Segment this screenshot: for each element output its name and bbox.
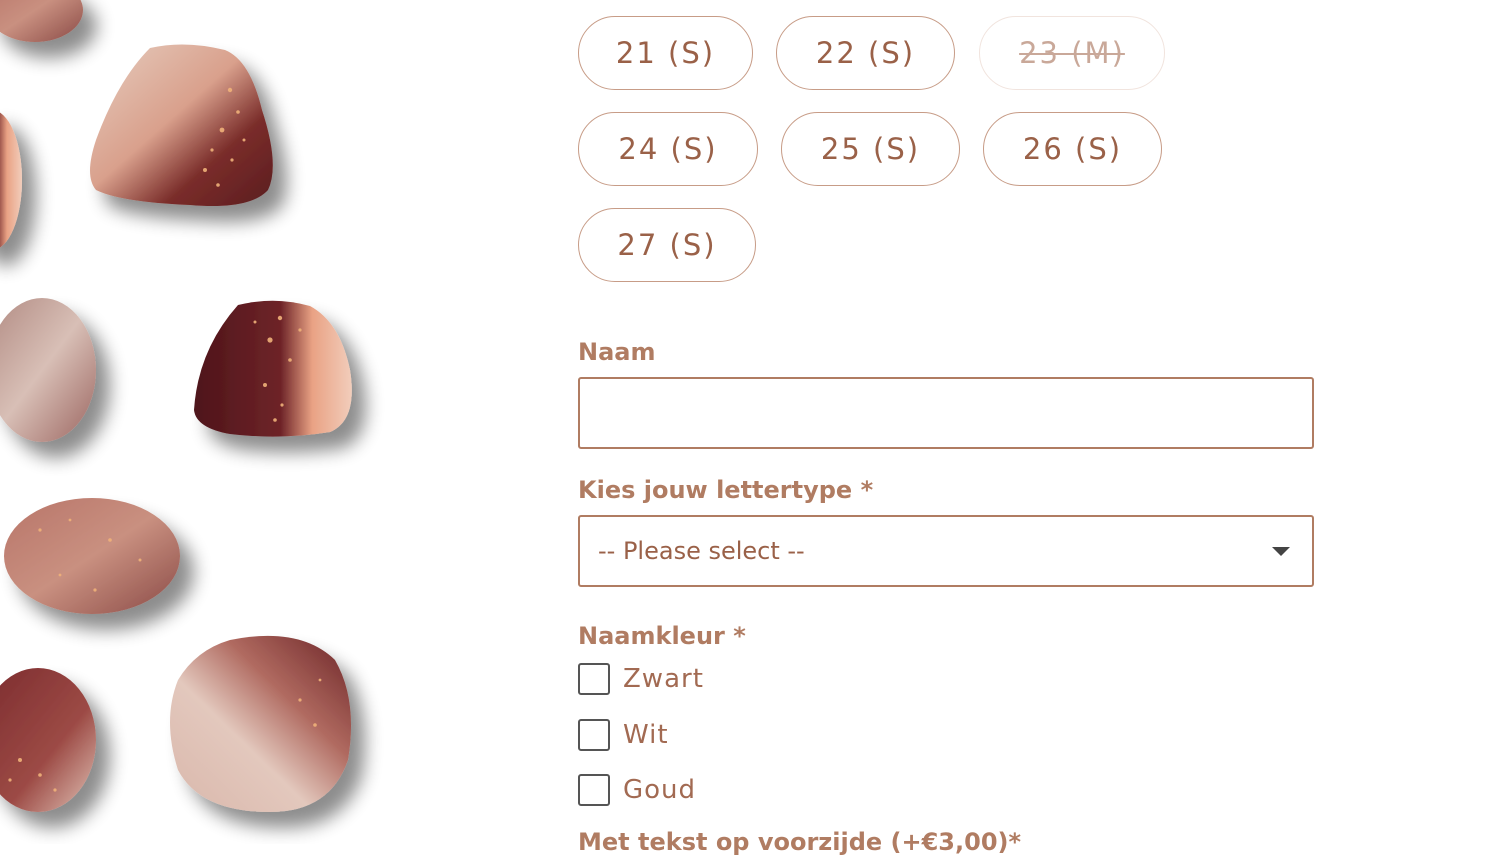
color-option-wit[interactable]: Wit — [578, 718, 669, 752]
size-button-23-unavailable: 23 (M) — [979, 16, 1165, 90]
font-select[interactable]: -- Please select -- — [578, 515, 1314, 587]
checkbox-goud[interactable] — [578, 774, 610, 806]
product-options-form: 21 (S) 22 (S) 23 (M) 24 (S) 25 (S) 26 (S… — [578, 0, 1318, 856]
size-button-24[interactable]: 24 (S) — [578, 112, 758, 186]
size-button-26[interactable]: 26 (S) — [983, 112, 1162, 186]
color-option-goud[interactable]: Goud — [578, 773, 696, 807]
color-option-label: Zwart — [623, 664, 704, 694]
size-button-21[interactable]: 21 (S) — [578, 16, 753, 90]
size-button-27[interactable]: 27 (S) — [578, 208, 756, 282]
name-input[interactable] — [578, 377, 1314, 449]
chevron-down-icon — [1272, 547, 1290, 556]
font-select-value: -- Please select -- — [598, 537, 805, 565]
size-button-22[interactable]: 22 (S) — [776, 16, 955, 90]
name-field-label: Naam — [578, 338, 656, 366]
size-button-25[interactable]: 25 (S) — [781, 112, 960, 186]
color-option-label: Goud — [623, 775, 697, 805]
front-text-option-label: Met tekst op voorzijde (+€3,00)* — [578, 828, 1022, 856]
font-select-label: Kies jouw lettertype * — [578, 476, 874, 504]
name-color-label: Naamkleur * — [578, 622, 746, 650]
stone-pieces-illustration — [0, 0, 352, 812]
product-image — [0, 0, 470, 844]
checkbox-wit[interactable] — [578, 719, 610, 751]
checkbox-zwart[interactable] — [578, 663, 610, 695]
color-option-zwart[interactable]: Zwart — [578, 662, 704, 696]
color-option-label: Wit — [623, 720, 669, 750]
